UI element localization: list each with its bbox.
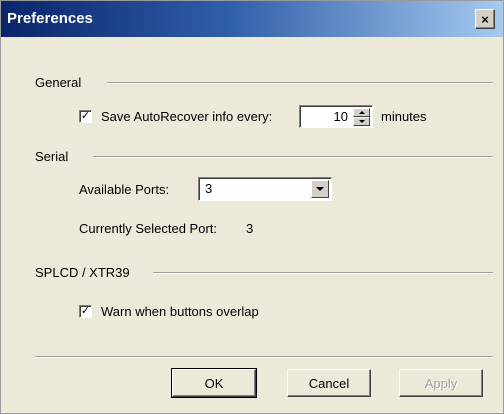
warn-overlap-checkbox[interactable]: ✓ <box>79 305 92 318</box>
cancel-button[interactable]: Cancel <box>287 369 371 397</box>
preferences-dialog: Preferences × General ✓ Save AutoRecover… <box>0 0 504 414</box>
spin-up-button[interactable] <box>353 108 370 117</box>
chevron-down-icon <box>316 187 324 191</box>
autorecover-minutes-value[interactable]: 10 <box>304 109 348 124</box>
minutes-label: minutes <box>381 109 427 124</box>
available-ports-label: Available Ports: <box>79 182 170 197</box>
current-port-value: 3 <box>246 221 254 236</box>
spin-down-button[interactable] <box>353 117 370 126</box>
available-ports-value: 3 <box>205 181 213 196</box>
spin-buttons <box>353 108 370 126</box>
autorecover-label: Save AutoRecover info every: <box>101 109 273 124</box>
ok-button[interactable]: OK <box>171 368 257 398</box>
check-icon: ✓ <box>80 305 91 317</box>
warn-overlap-label: Warn when buttons overlap <box>101 304 259 319</box>
splcd-divider <box>153 272 493 274</box>
general-heading: General <box>35 75 82 90</box>
autorecover-checkbox[interactable]: ✓ <box>79 110 92 123</box>
dropdown-button[interactable] <box>311 180 329 198</box>
arrow-down-icon <box>358 120 365 123</box>
close-icon: × <box>481 11 489 27</box>
available-ports-select[interactable]: 3 <box>198 177 332 201</box>
title-bar[interactable]: Preferences × <box>1 1 503 37</box>
arrow-up-icon <box>358 111 365 114</box>
dialog-title: Preferences <box>7 10 93 27</box>
check-icon: ✓ <box>80 110 91 122</box>
serial-divider <box>93 156 493 158</box>
serial-heading: Serial <box>35 149 69 164</box>
autorecover-minutes-stepper[interactable]: 10 <box>299 105 373 128</box>
splcd-heading: SPLCD / XTR39 <box>35 265 130 280</box>
apply-button[interactable]: Apply <box>399 369 483 397</box>
button-separator <box>35 356 493 358</box>
general-divider <box>107 82 493 84</box>
close-button[interactable]: × <box>475 9 495 29</box>
current-port-label: Currently Selected Port: <box>79 221 218 236</box>
